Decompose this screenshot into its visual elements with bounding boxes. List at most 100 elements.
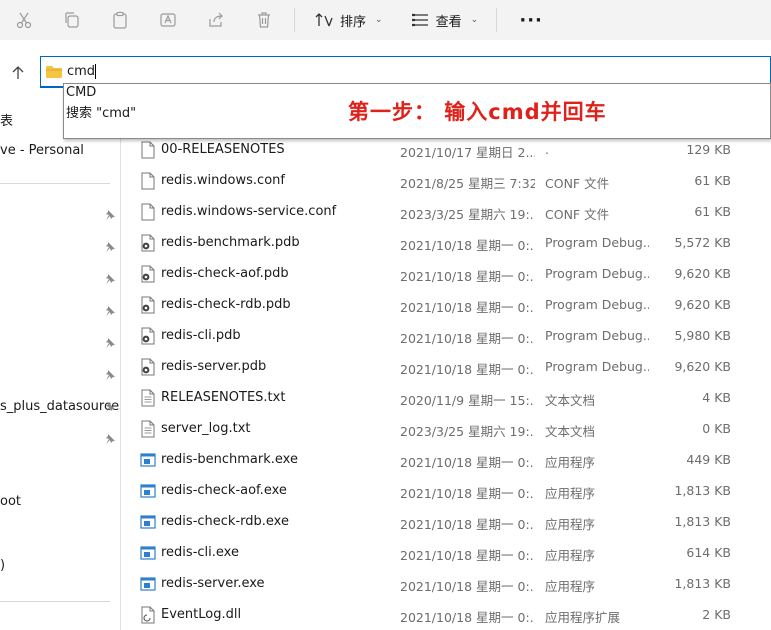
chevron-down-icon: ⌄	[470, 15, 479, 25]
file-date: 2021/10/18 星期一 0:...	[400, 455, 535, 470]
file-date: 2021/10/18 星期一 0:...	[400, 238, 535, 253]
file-date: 2021/10/18 星期一 0:...	[400, 362, 535, 377]
text-file-icon	[140, 420, 156, 438]
file-type: Program Debug...	[545, 297, 649, 312]
file-size: 0 KB	[702, 421, 731, 436]
sidebar-divider	[0, 601, 110, 602]
file-row[interactable]: redis-check-rdb.exe 2021/10/18 星期一 0:... 应…	[122, 506, 771, 537]
file-name: RELEASENOTES.txt	[161, 390, 286, 405]
file-name: redis.windows.conf	[161, 173, 285, 188]
cut-icon[interactable]	[0, 0, 48, 40]
file-type: .	[545, 142, 549, 157]
file-date: 2021/10/17 星期日 2...	[400, 145, 535, 160]
file-name: redis-check-aof.pdb	[161, 266, 289, 281]
sidebar-divider	[0, 183, 110, 184]
pin-icon	[106, 306, 115, 316]
address-input[interactable]: cmd	[67, 64, 95, 79]
file-row[interactable]: redis-benchmark.exe 2021/10/18 星期一 0:... 应…	[122, 444, 771, 475]
dll-file-icon	[140, 606, 156, 624]
file-type: 文本文档	[545, 393, 596, 408]
file-type: Program Debug...	[545, 266, 649, 281]
pin-icon	[106, 434, 115, 444]
file-type: 应用程序	[545, 579, 596, 594]
file-type: 应用程序	[545, 517, 596, 532]
application-icon	[140, 544, 156, 562]
view-label: 查看	[435, 14, 462, 30]
autocomplete-item-cmd[interactable]: CMD	[66, 85, 96, 100]
file-row[interactable]: redis-server.exe 2021/10/18 星期一 0:... 应用程序…	[122, 568, 771, 599]
file-size: 2 KB	[702, 607, 731, 622]
file-type: CONF 文件	[545, 207, 610, 222]
file-name: redis-cli.pdb	[161, 328, 241, 343]
delete-icon[interactable]	[240, 0, 288, 40]
debug-file-icon	[140, 296, 156, 314]
up-arrow-icon[interactable]	[10, 65, 26, 81]
debug-file-icon	[140, 327, 156, 345]
file-date: 2021/10/18 星期一 0:...	[400, 486, 535, 501]
instruction-annotation: 第一步： 输入cmd并回车	[348, 100, 607, 124]
sidebar-item-boot[interactable]: oot	[0, 494, 21, 509]
file-row[interactable]: redis.windows.conf 2021/8/25 星期三 7:32 CONF…	[122, 165, 771, 196]
chevron-down-icon: ⌄	[375, 15, 383, 25]
file-date: 2021/8/25 星期三 7:32	[400, 176, 535, 191]
file-name: redis-cli.exe	[161, 545, 239, 560]
file-size: 5,980 KB	[674, 328, 731, 343]
file-size: 1,813 KB	[674, 483, 731, 498]
autocomplete-dropdown: CMD 搜索 "cmd" 第一步： 输入cmd并回车	[63, 83, 771, 139]
file-type: 应用程序	[545, 548, 596, 563]
file-size: 4 KB	[702, 390, 731, 405]
file-size: 449 KB	[686, 452, 731, 467]
file-type: Program Debug...	[545, 359, 649, 374]
file-row[interactable]: redis-check-rdb.pdb 2021/10/18 星期一 0:... P…	[122, 289, 771, 320]
pin-icon	[106, 274, 115, 284]
command-bar: 排序 ⌄ 查看 ⌄ ···	[0, 0, 771, 40]
file-name: EventLog.dll	[161, 607, 242, 622]
rename-icon[interactable]	[144, 0, 192, 40]
file-row[interactable]: redis-check-aof.pdb 2021/10/18 星期一 0:... P…	[122, 258, 771, 289]
file-size: 5,572 KB	[674, 235, 731, 250]
paste-icon[interactable]	[96, 0, 144, 40]
file-row[interactable]: RELEASENOTES.txt 2020/11/9 星期一 15:... 文本文档…	[122, 382, 771, 413]
application-icon	[140, 513, 156, 531]
navigation-pane: 表 ve - Personal s_plus_datasources oot )	[0, 96, 121, 630]
autocomplete-item-search[interactable]: 搜索 "cmd"	[66, 102, 136, 121]
file-date: 2021/10/18 星期一 0:...	[400, 579, 535, 594]
copy-icon[interactable]	[48, 0, 96, 40]
file-type: 文本文档	[545, 424, 596, 439]
sidebar-item-onedrive[interactable]: ve - Personal	[0, 143, 84, 158]
sort-icon	[315, 13, 333, 27]
file-date: 2021/10/18 星期一 0:...	[400, 300, 535, 315]
application-icon	[140, 482, 156, 500]
share-icon[interactable]	[192, 0, 240, 40]
file-row[interactable]: redis-check-aof.exe 2021/10/18 星期一 0:... 应…	[122, 475, 771, 506]
sidebar-item-datasources[interactable]: s_plus_datasources	[0, 399, 120, 414]
file-row[interactable]: server_log.txt 2023/3/25 星期六 19:... 文本文档 0 …	[122, 413, 771, 444]
document-icon	[140, 141, 156, 159]
file-size: 614 KB	[686, 545, 731, 560]
more-options-button[interactable]: ···	[507, 0, 555, 40]
toolbar-divider	[294, 8, 295, 32]
debug-file-icon	[140, 265, 156, 283]
sort-button[interactable]: 排序 ⌄	[305, 0, 393, 40]
file-name: redis-check-rdb.pdb	[161, 297, 291, 312]
file-size: 61 KB	[694, 173, 731, 188]
file-row[interactable]: redis-server.pdb 2021/10/18 星期一 0:... Prog…	[122, 351, 771, 382]
file-row[interactable]: redis-benchmark.pdb 2021/10/18 星期一 0:... P…	[122, 227, 771, 258]
sidebar-item[interactable]: 表	[0, 110, 13, 129]
file-date: 2023/3/25 星期六 19:...	[400, 207, 535, 222]
toolbar-divider	[496, 8, 498, 32]
pin-icon	[106, 338, 115, 348]
file-row[interactable]: redis.windows-service.conf 2023/3/25 星期六 …	[122, 196, 771, 227]
file-type: 应用程序扩展	[545, 610, 621, 625]
file-row[interactable]: redis-cli.exe 2021/10/18 星期一 0:... 应用程序 614…	[122, 537, 771, 568]
text-caret	[95, 64, 97, 79]
view-button[interactable]: 查看 ⌄	[401, 0, 489, 40]
file-name: redis-check-aof.exe	[161, 483, 287, 498]
file-type: CONF 文件	[545, 176, 610, 191]
file-row[interactable]: redis-cli.pdb 2021/10/18 星期一 0:... Program…	[122, 320, 771, 351]
file-size: 61 KB	[694, 204, 731, 219]
sidebar-item[interactable]: )	[0, 558, 5, 573]
file-row[interactable]: EventLog.dll 2021/10/18 星期一 0:... 应用程序扩展 2 …	[122, 599, 771, 630]
document-icon	[140, 203, 156, 221]
file-name: redis-server.exe	[161, 576, 265, 591]
